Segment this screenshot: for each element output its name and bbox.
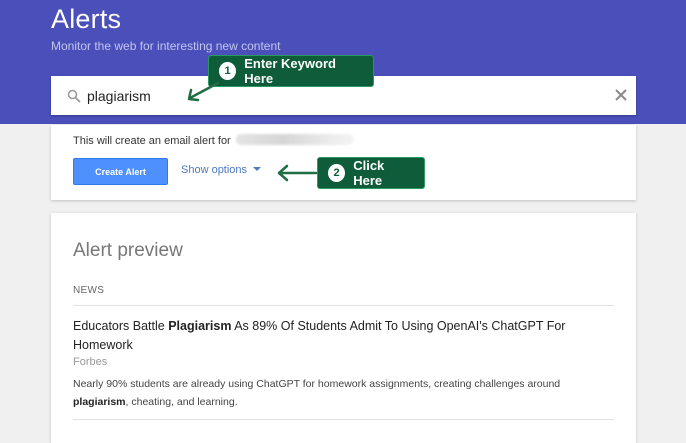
- section-label: NEWS: [73, 285, 105, 296]
- show-options-label: Show options: [181, 164, 248, 176]
- callout-text: Click Here: [353, 158, 385, 188]
- email-note-text: This will create an email alert for: [73, 135, 231, 147]
- divider: [73, 305, 614, 306]
- snippet-keyword: plagiarism: [73, 396, 126, 408]
- page-title: Alerts: [51, 4, 122, 34]
- step-number: 2: [328, 164, 346, 182]
- callout-text: Enter Keyword Here: [244, 56, 336, 86]
- preview-title: Alert preview: [73, 240, 183, 261]
- alert-preview-card: Alert preview NEWS Educators Battle Plag…: [51, 213, 636, 443]
- article-title[interactable]: Educators Battle Plagiarism As 89% Of St…: [73, 317, 593, 355]
- snippet-part: , cheating, and learning.: [125, 396, 238, 408]
- arrow-icon: [277, 164, 318, 182]
- article-source: Forbes: [73, 356, 108, 368]
- snippet-part: Nearly 90% students are already using Ch…: [73, 378, 561, 390]
- page-subtitle: Monitor the web for interesting new cont…: [51, 39, 281, 53]
- article-snippet: Nearly 90% students are already using Ch…: [73, 375, 603, 411]
- create-alert-button[interactable]: Create Alert: [73, 158, 168, 185]
- divider: [73, 419, 614, 420]
- arrow-icon: [187, 81, 220, 102]
- callout-enter-keyword: 1 Enter Keyword Here: [208, 55, 374, 87]
- article-title-part: Educators Battle: [73, 319, 169, 333]
- close-icon[interactable]: [614, 88, 628, 102]
- redacted-email: [235, 134, 354, 145]
- callout-click-here: 2 Click Here: [317, 157, 425, 189]
- email-note: This will create an email alert for: [73, 134, 354, 147]
- show-options-link[interactable]: Show options: [181, 164, 262, 176]
- search-icon: [67, 89, 81, 103]
- step-number: 1: [219, 62, 237, 80]
- article-title-keyword: Plagiarism: [168, 319, 232, 333]
- caret-down-icon: [253, 167, 262, 171]
